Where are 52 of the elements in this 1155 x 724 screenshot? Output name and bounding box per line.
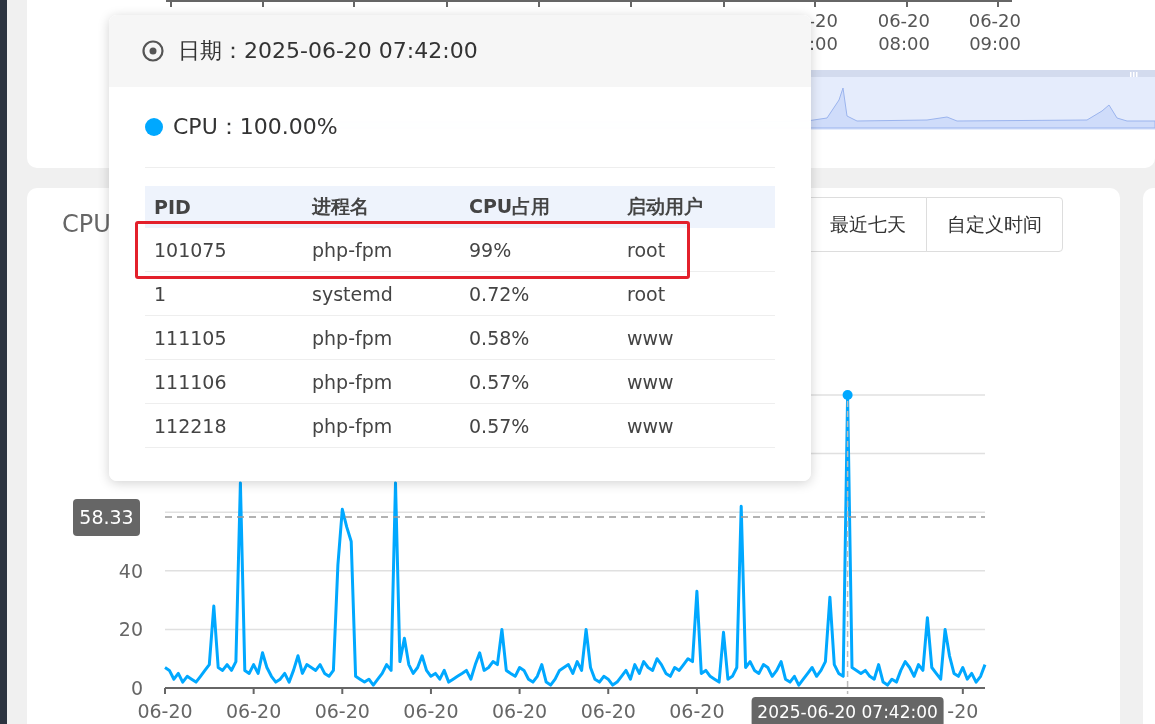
table-cell-text: www xyxy=(626,326,675,349)
x-axis-label: 06-20 xyxy=(226,700,282,722)
axis-label: 09:00 xyxy=(969,33,1021,54)
x-axis-label: 06-20 xyxy=(403,700,459,722)
average-label: 58.33 xyxy=(73,499,140,537)
table-cell-text: 111106 xyxy=(153,370,228,393)
column-header: CPU占用 xyxy=(468,194,552,219)
column-header: 进程名 xyxy=(311,194,370,219)
x-axis-label: -20 xyxy=(947,700,979,722)
table-cell-text: 0.72% xyxy=(468,282,531,305)
x-axis-label: 06-20 xyxy=(137,700,193,722)
y-axis-label: 0 xyxy=(130,677,143,699)
axis-label: 06-20 xyxy=(968,10,1021,31)
table-cell-text: php-fpm xyxy=(311,414,394,437)
table-cell-text: php-fpm xyxy=(311,238,394,261)
y-axis-label: 40 xyxy=(118,559,143,582)
grip-icon[interactable] xyxy=(1130,72,1138,77)
data-point xyxy=(842,390,853,400)
axis-label: -20 xyxy=(808,10,838,31)
x-axis-label: 06-20 xyxy=(669,700,725,722)
table-cell-text: 0.58% xyxy=(468,326,531,349)
table-cell-text: 0.57% xyxy=(468,370,531,393)
axis-label: :00 xyxy=(809,33,838,54)
table-cell-text: php-fpm xyxy=(311,370,394,393)
column-header: PID xyxy=(153,196,192,218)
range-button[interactable]: 自定义时间 xyxy=(926,197,1063,252)
table-cell-text: 1 xyxy=(153,282,168,305)
axis-label: 06-20 xyxy=(877,10,930,31)
table-cell-text: 112218 xyxy=(153,414,228,437)
table-cell-text: www xyxy=(626,370,675,393)
table-cell-text: 99% xyxy=(468,238,513,261)
axis-label: 08:00 xyxy=(878,33,930,54)
column-header: 启动用户 xyxy=(626,194,704,219)
table-cell-text: 101075 xyxy=(153,238,228,261)
x-axis-label: 06-20 xyxy=(314,700,370,722)
x-axis-label: 06-20 xyxy=(492,700,548,722)
clock-icon xyxy=(142,40,164,62)
ref-line-label: 58.33 xyxy=(79,506,134,529)
series-value: CPU：100.00% xyxy=(173,113,338,141)
table-cell-text: systemd xyxy=(311,282,394,305)
table-cell-text: www xyxy=(626,414,675,437)
x-axis-label: 06-20 xyxy=(580,700,636,722)
table-cell-text: 111105 xyxy=(153,326,228,349)
table-cell-text: 0.57% xyxy=(468,414,531,437)
y-axis-label: 20 xyxy=(118,618,143,641)
pointer-label: 2025-06-20 07:42:00 xyxy=(751,697,944,724)
table-cell-text: php-fpm xyxy=(311,326,394,349)
table-cell-text: root xyxy=(626,282,667,305)
card-title: CPU xyxy=(62,209,111,240)
tooltip-date: 日期：2025-06-20 07:42:00 xyxy=(178,37,478,65)
table-cell-text: root xyxy=(626,238,667,261)
range-button[interactable]: 最近七天 xyxy=(809,197,927,252)
